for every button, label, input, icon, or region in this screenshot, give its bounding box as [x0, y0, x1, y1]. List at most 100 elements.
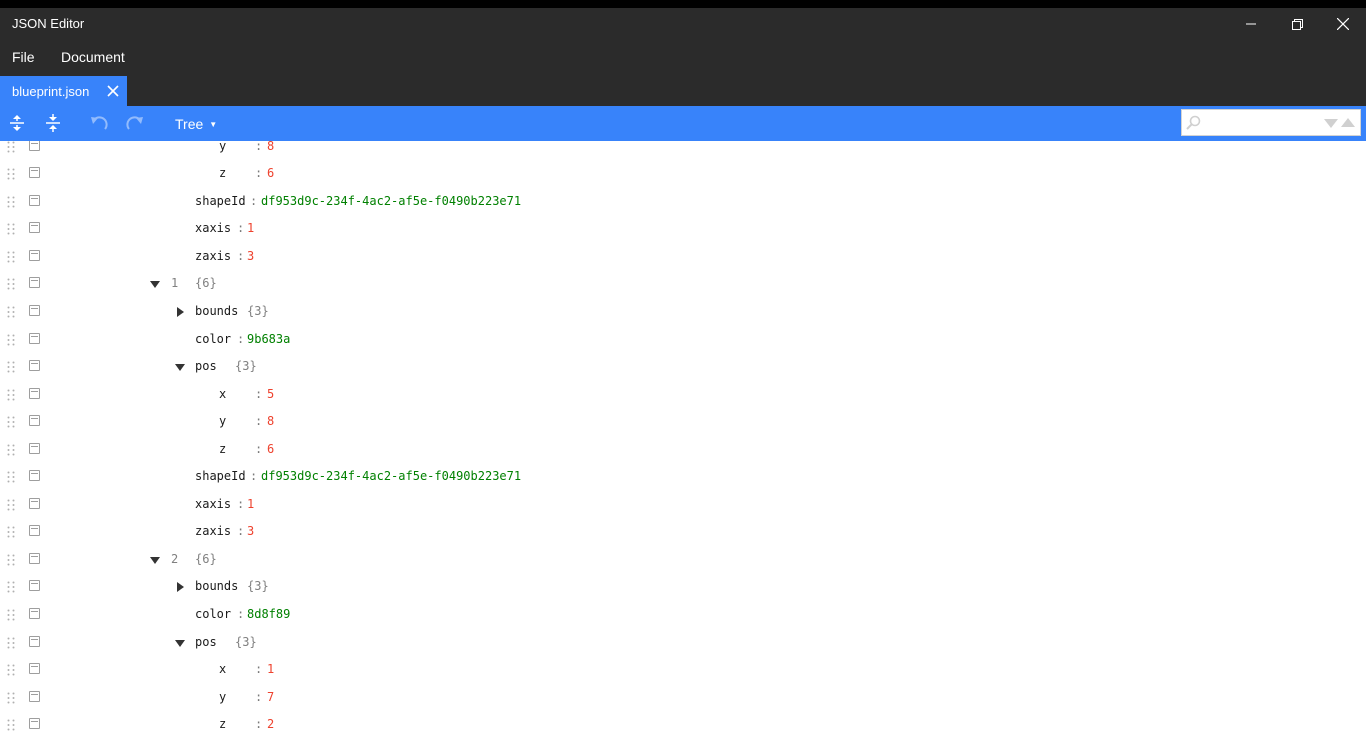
field-value[interactable]: 1 [267, 662, 274, 676]
field-value[interactable]: 5 [267, 387, 274, 401]
expand-all-button[interactable] [6, 112, 28, 134]
context-menu-button[interactable] [29, 167, 40, 178]
tree-row[interactable]: zaxis : 3 [0, 243, 1366, 270]
tree-row[interactable]: color : 8d8f89 [0, 601, 1366, 628]
drag-handle-icon[interactable] [7, 334, 15, 346]
drag-handle-icon[interactable] [7, 581, 15, 593]
drag-handle-icon[interactable] [7, 389, 15, 401]
drag-handle-icon[interactable] [7, 637, 15, 649]
tree-row[interactable]: z : 2 [0, 711, 1366, 736]
collapse-toggle-icon[interactable] [175, 638, 185, 648]
tree-row[interactable]: 2 {6} [0, 546, 1366, 573]
search-input[interactable] [1206, 113, 1316, 132]
collapse-all-button[interactable] [42, 112, 64, 134]
drag-handle-icon[interactable] [7, 609, 15, 621]
menu-document[interactable]: Document [61, 49, 125, 65]
field-name[interactable]: zaxis [195, 524, 231, 538]
field-value[interactable]: 7 [267, 690, 274, 704]
field-value[interactable]: 1 [247, 221, 254, 235]
field-value[interactable]: 8 [267, 141, 274, 153]
menu-file[interactable]: File [12, 49, 35, 65]
context-menu-button[interactable] [29, 636, 40, 647]
context-menu-button[interactable] [29, 553, 40, 564]
drag-handle-icon[interactable] [7, 168, 15, 180]
expand-toggle-icon[interactable] [175, 582, 185, 592]
tab-close-icon[interactable] [106, 84, 120, 98]
tree-row[interactable]: x : 1 [0, 656, 1366, 683]
field-name[interactable]: z [219, 442, 226, 456]
context-menu-button[interactable] [29, 195, 40, 206]
context-menu-button[interactable] [29, 443, 40, 454]
expand-toggle-icon[interactable] [175, 307, 185, 317]
drag-handle-icon[interactable] [7, 416, 15, 428]
context-menu-button[interactable] [29, 691, 40, 702]
field-value[interactable]: df953d9c-234f-4ac2-af5e-f0490b223e71 [261, 469, 521, 483]
context-menu-button[interactable] [29, 141, 40, 151]
context-menu-button[interactable] [29, 498, 40, 509]
restore-button[interactable] [1274, 8, 1320, 40]
tree-row[interactable]: 1 {6} [0, 270, 1366, 297]
context-menu-button[interactable] [29, 580, 40, 591]
field-name[interactable]: bounds [195, 579, 238, 593]
context-menu-button[interactable] [29, 388, 40, 399]
field-value[interactable]: 6 [267, 166, 274, 180]
field-value[interactable]: df953d9c-234f-4ac2-af5e-f0490b223e71 [261, 194, 521, 208]
field-name[interactable]: xaxis [195, 221, 231, 235]
drag-handle-icon[interactable] [7, 692, 15, 704]
field-name[interactable]: x [219, 387, 226, 401]
context-menu-button[interactable] [29, 470, 40, 481]
mode-switch-button[interactable]: Tree ▼ [175, 116, 217, 132]
tab-blueprint-json[interactable]: blueprint.json [0, 76, 127, 106]
context-menu-button[interactable] [29, 415, 40, 426]
context-menu-button[interactable] [29, 222, 40, 233]
tree-row[interactable]: y : 7 [0, 684, 1366, 711]
field-value[interactable]: 9b683a [247, 332, 290, 346]
drag-handle-icon[interactable] [7, 554, 15, 566]
tree-row[interactable]: xaxis : 1 [0, 215, 1366, 242]
field-value[interactable]: 8d8f89 [247, 607, 290, 621]
context-menu-button[interactable] [29, 718, 40, 729]
tree-row[interactable]: x : 5 [0, 381, 1366, 408]
tree-row[interactable]: zaxis : 3 [0, 518, 1366, 545]
collapse-toggle-icon[interactable] [175, 362, 185, 372]
tree-row[interactable]: shapeId : df953d9c-234f-4ac2-af5e-f0490b… [0, 188, 1366, 215]
undo-button[interactable] [88, 112, 110, 134]
drag-handle-icon[interactable] [7, 141, 15, 153]
search-box[interactable] [1181, 109, 1361, 136]
drag-handle-icon[interactable] [7, 526, 15, 538]
context-menu-button[interactable] [29, 608, 40, 619]
field-name[interactable]: color [195, 332, 231, 346]
field-name[interactable]: shapeId [195, 469, 246, 483]
field-name[interactable]: y [219, 141, 226, 153]
field-name[interactable]: color [195, 607, 231, 621]
drag-handle-icon[interactable] [7, 223, 15, 235]
drag-handle-icon[interactable] [7, 251, 15, 263]
tree-row[interactable]: xaxis : 1 [0, 491, 1366, 518]
field-name[interactable]: xaxis [195, 497, 231, 511]
drag-handle-icon[interactable] [7, 664, 15, 676]
drag-handle-icon[interactable] [7, 719, 15, 731]
field-name[interactable]: z [219, 166, 226, 180]
tree-row[interactable]: pos {3} [0, 353, 1366, 380]
field-name[interactable]: pos [195, 359, 217, 373]
field-name[interactable]: bounds [195, 304, 238, 318]
context-menu-button[interactable] [29, 525, 40, 536]
context-menu-button[interactable] [29, 277, 40, 288]
tree-row[interactable]: color : 9b683a [0, 326, 1366, 353]
field-value[interactable]: 6 [267, 442, 274, 456]
collapse-toggle-icon[interactable] [150, 279, 160, 289]
context-menu-button[interactable] [29, 663, 40, 674]
tree-row[interactable]: y : 8 [0, 141, 1366, 160]
tree-row[interactable]: pos {3} [0, 629, 1366, 656]
context-menu-button[interactable] [29, 333, 40, 344]
field-name[interactable]: y [219, 690, 226, 704]
search-next-icon[interactable] [1324, 119, 1338, 128]
context-menu-button[interactable] [29, 360, 40, 371]
drag-handle-icon[interactable] [7, 361, 15, 373]
tree-row[interactable]: y : 8 [0, 408, 1366, 435]
field-name[interactable]: pos [195, 635, 217, 649]
drag-handle-icon[interactable] [7, 444, 15, 456]
tree-row[interactable]: bounds {3} [0, 573, 1366, 600]
drag-handle-icon[interactable] [7, 499, 15, 511]
drag-handle-icon[interactable] [7, 278, 15, 290]
